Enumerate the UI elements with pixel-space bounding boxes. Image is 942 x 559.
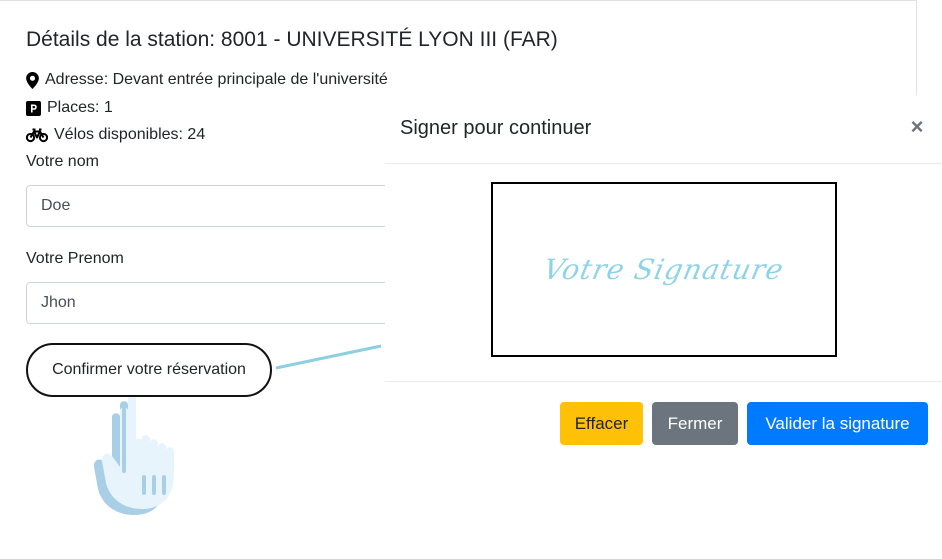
signature-modal: Signer pour continuer × Votre Signature … — [385, 95, 942, 559]
clear-button[interactable]: Effacer — [560, 402, 643, 445]
modal-footer: Effacer Fermer Valider la signature — [385, 381, 942, 472]
close-icon[interactable]: × — [906, 115, 928, 139]
signature-placeholder: Votre Signature — [540, 253, 788, 286]
pointing-hand-icon — [93, 397, 174, 515]
modal-title: Signer pour continuer — [400, 117, 592, 139]
close-button[interactable]: Fermer — [652, 402, 738, 445]
signature-canvas[interactable]: Votre Signature — [491, 182, 837, 357]
validate-signature-button[interactable]: Valider la signature — [747, 402, 928, 445]
modal-header: Signer pour continuer × — [385, 95, 942, 164]
